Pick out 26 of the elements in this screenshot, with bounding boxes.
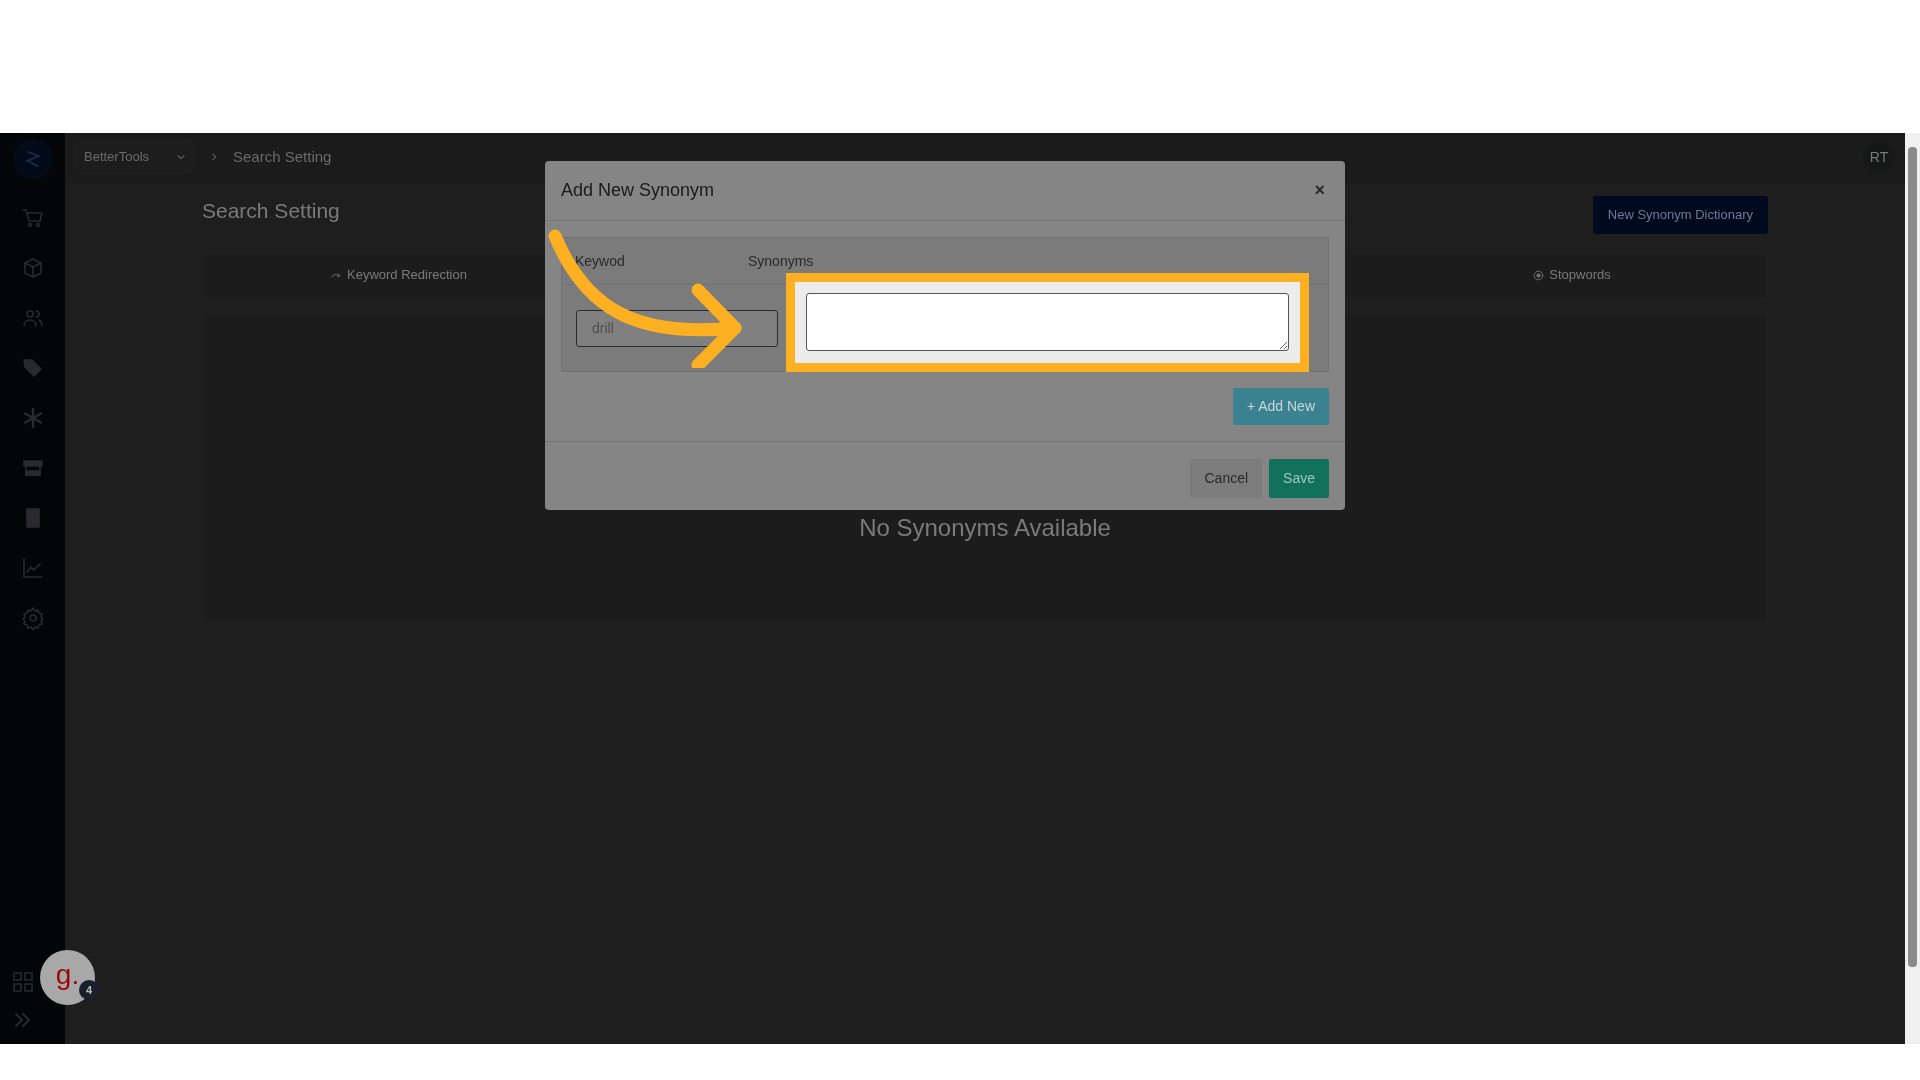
chevron-right-icon: [209, 152, 219, 162]
user-avatar[interactable]: RT: [1863, 141, 1895, 173]
tag-icon[interactable]: [20, 356, 45, 380]
store-selector[interactable]: BetterTools: [75, 140, 195, 174]
close-button[interactable]: ×: [1310, 177, 1329, 204]
page-title: Search Setting: [202, 198, 340, 224]
add-new-button[interactable]: + Add New: [1232, 388, 1329, 425]
settings-icon[interactable]: [20, 606, 45, 630]
app-logo[interactable]: [12, 139, 53, 179]
cart-icon[interactable]: [20, 206, 45, 230]
tab[interactable]: Keyword Redirection: [330, 252, 467, 298]
target-icon: [1532, 268, 1546, 282]
synonyms-field[interactable]: [806, 292, 1289, 351]
empty-message: No Synonyms Available: [859, 512, 1111, 543]
column-header: Synonyms: [748, 251, 814, 271]
cancel-button[interactable]: Cancel: [1190, 459, 1263, 498]
new-dictionary-button[interactable]: New Synonym Dictionary: [1592, 196, 1768, 234]
chart-icon[interactable]: [20, 556, 45, 580]
chevron-down-icon: [176, 152, 186, 162]
scrollbar-thumb[interactable]: [1908, 147, 1917, 967]
tab[interactable]: Stopwords: [1532, 252, 1611, 298]
modal-title: Add New Synonym: [561, 179, 715, 202]
grid-icon[interactable]: [10, 970, 35, 994]
breadcrumb-item[interactable]: Search Setting: [233, 145, 332, 169]
save-button[interactable]: Save: [1269, 459, 1329, 498]
column-header: Keywod: [574, 251, 626, 271]
